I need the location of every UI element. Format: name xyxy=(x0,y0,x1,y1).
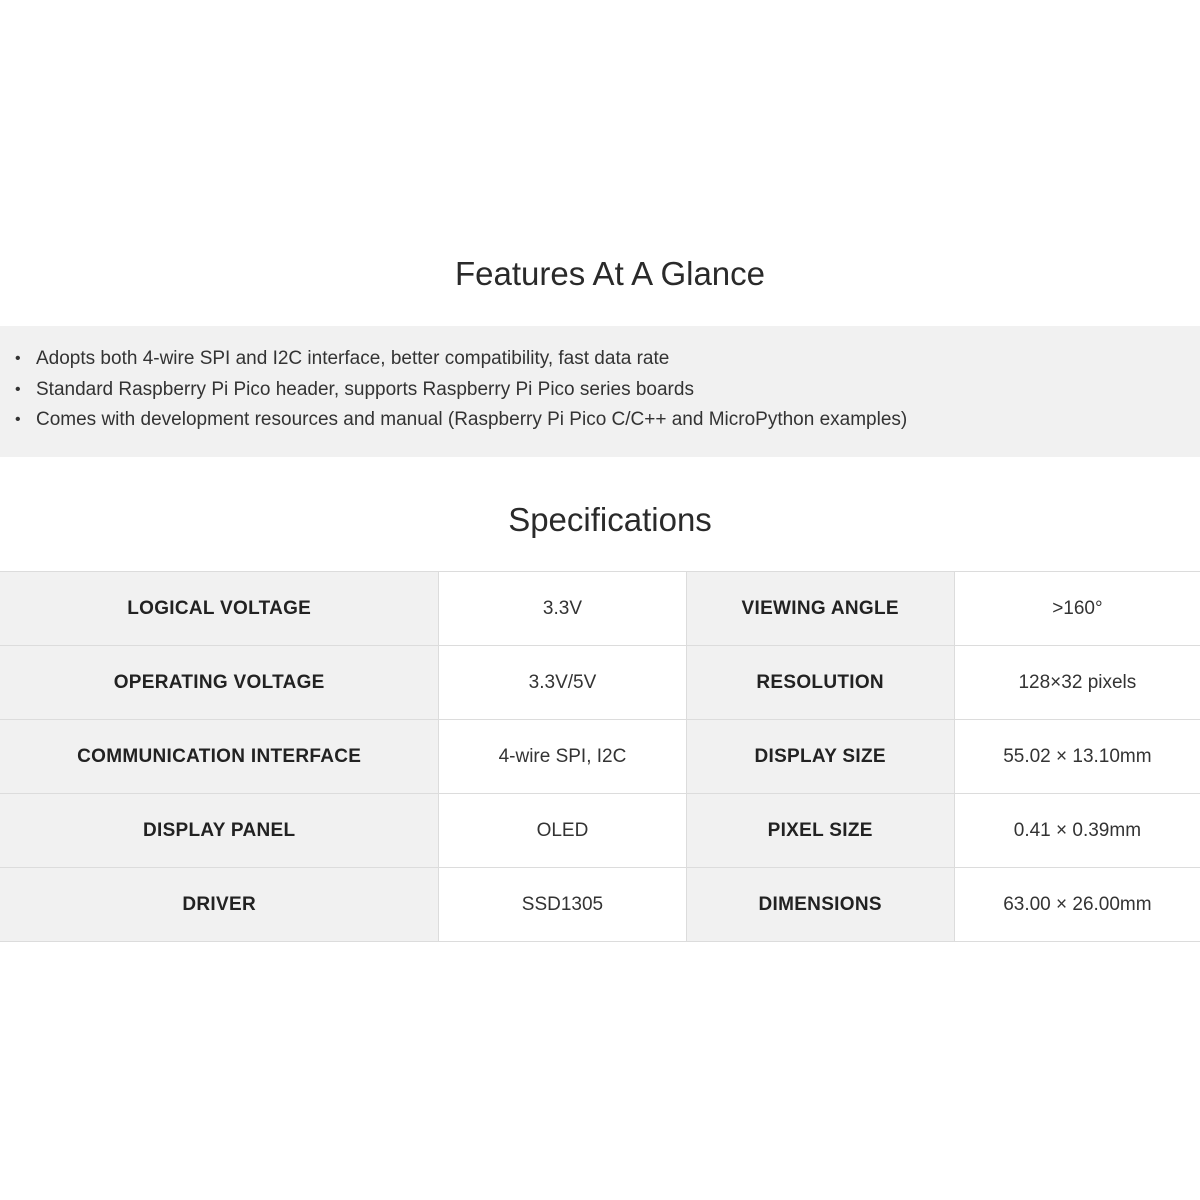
spec-value: 63.00 × 26.00mm xyxy=(954,867,1200,942)
spec-value: 4-wire SPI, I2C xyxy=(438,719,687,794)
spec-label: DRIVER xyxy=(0,867,440,942)
feature-text: Comes with development resources and man… xyxy=(36,409,908,430)
spec-label: DIMENSIONS xyxy=(686,867,955,942)
spec-value: >160° xyxy=(954,571,1200,646)
spec-value: OLED xyxy=(438,793,687,868)
spec-label: VIEWING ANGLE xyxy=(686,571,955,646)
spec-label: DISPLAY SIZE xyxy=(686,719,955,794)
spec-value: 3.3V xyxy=(438,571,687,646)
spec-value: 0.41 × 0.39mm xyxy=(954,793,1200,868)
spec-label: OPERATING VOLTAGE xyxy=(0,645,440,720)
spec-label: COMMUNICATION INTERFACE xyxy=(0,719,440,794)
spec-value: 128×32 pixels xyxy=(954,645,1200,720)
features-title: Features At A Glance xyxy=(454,255,766,292)
features-list: • Adopts both 4-wire SPI and I2C interfa… xyxy=(0,326,1200,436)
spec-value: 55.02 × 13.10mm xyxy=(954,719,1200,794)
spec-row: LOGICAL VOLTAGE 3.3V VIEWING ANGLE >160° xyxy=(0,571,1200,646)
specifications-table: LOGICAL VOLTAGE 3.3V VIEWING ANGLE >160°… xyxy=(0,571,1200,942)
spec-row: DISPLAY PANEL OLED PIXEL SIZE 0.41 × 0.3… xyxy=(0,793,1200,868)
feature-item: • Adopts both 4-wire SPI and I2C interfa… xyxy=(0,344,1200,375)
spec-label: DISPLAY PANEL xyxy=(0,793,440,868)
feature-item: • Standard Raspberry Pi Pico header, sup… xyxy=(0,375,1200,406)
spec-label: RESOLUTION xyxy=(686,645,955,720)
spec-label: LOGICAL VOLTAGE xyxy=(0,571,440,646)
spec-row: OPERATING VOLTAGE 3.3V/5V RESOLUTION 128… xyxy=(0,645,1200,720)
spec-row: COMMUNICATION INTERFACE 4-wire SPI, I2C … xyxy=(0,719,1200,794)
bullet-icon: • xyxy=(15,380,21,398)
bullet-icon: • xyxy=(15,411,21,428)
spec-label: PIXEL SIZE xyxy=(686,793,955,868)
features-panel: • Adopts both 4-wire SPI and I2C interfa… xyxy=(0,326,1200,457)
product-page: Features At A Glance • Adopts both 4-wir… xyxy=(0,0,1200,1200)
feature-text: Adopts both 4-wire SPI and I2C interface… xyxy=(36,348,670,369)
spec-row: DRIVER SSD1305 DIMENSIONS 63.00 × 26.00m… xyxy=(0,867,1200,942)
spec-value: 3.3V/5V xyxy=(438,645,687,720)
feature-text: Standard Raspberry Pi Pico header, suppo… xyxy=(36,378,694,400)
specifications-title: Specifications xyxy=(508,501,712,538)
bullet-icon: • xyxy=(15,350,21,367)
feature-item: • Comes with development resources and m… xyxy=(0,405,1200,436)
spec-value: SSD1305 xyxy=(438,867,687,942)
